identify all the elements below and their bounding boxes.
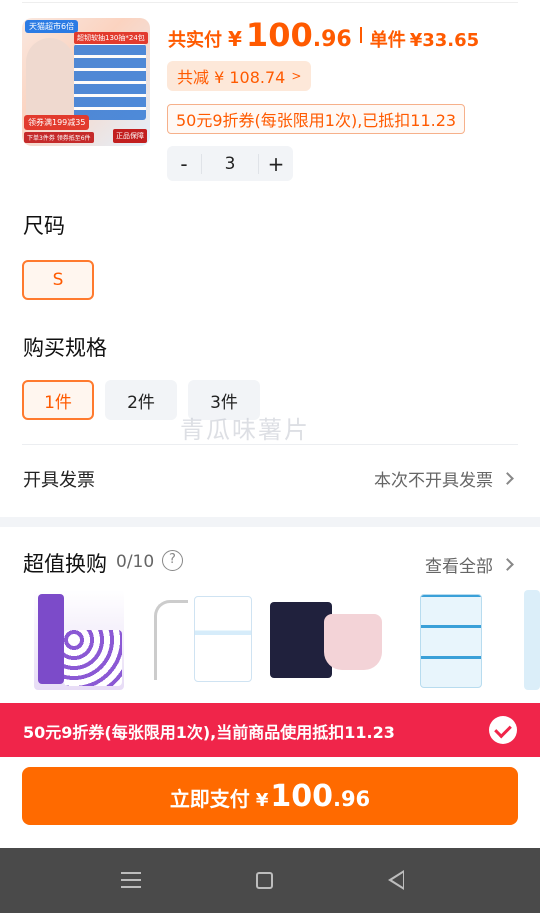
- spec-option-1[interactable]: 1件: [22, 380, 94, 420]
- exchange-item-partial[interactable]: [524, 590, 540, 690]
- exchange-item-floss-box[interactable]: [416, 590, 484, 690]
- invoice-row[interactable]: 开具发票 本次不开具发票: [0, 454, 540, 502]
- price-line: 共实付 ¥ 100 .96 单件 ¥33.65: [168, 16, 479, 54]
- quantity-value[interactable]: 3: [201, 153, 259, 174]
- chevron-right-icon: [501, 558, 514, 571]
- discount-total: 共减 ¥ 108.74: [177, 68, 286, 87]
- coupon-bar[interactable]: 50元9折券(每张限用1次),当前商品使用抵扣11.23: [0, 703, 540, 757]
- menu-icon[interactable]: [121, 872, 141, 888]
- exchange-count: 0/10: [116, 552, 155, 572]
- coupon-tag: 50元9折券(每张限用1次),已抵扣11.23: [167, 104, 466, 134]
- home-square-icon[interactable]: [256, 872, 273, 889]
- tissue-packs-image: [74, 44, 146, 120]
- floss-pick-image: [154, 600, 188, 680]
- pay-amount-integer: 100: [270, 779, 333, 814]
- invoice-label: 开具发票: [23, 470, 95, 491]
- store-tag: 天猫超市6倍: [25, 20, 79, 33]
- exchange-item-toilet-paper[interactable]: [34, 590, 124, 690]
- total-label: 共实付: [168, 30, 222, 51]
- pay-now-button[interactable]: 立即支付 ¥ 100 .96: [22, 767, 518, 825]
- invoice-value: 本次不开具发票: [374, 466, 514, 491]
- spec-option-2[interactable]: 2件: [105, 380, 177, 420]
- price-separator: [359, 27, 362, 43]
- watermark: 青瓜味薯片: [180, 416, 310, 444]
- exchange-item-floss-picks[interactable]: [150, 590, 254, 690]
- authentic-seal: 正品保障: [113, 129, 147, 143]
- size-option-s[interactable]: S: [22, 260, 94, 300]
- floss-box-image: [194, 596, 252, 682]
- exchange-item-period-pants[interactable]: [268, 590, 384, 690]
- section-gap: [0, 517, 540, 527]
- pay-label: 立即支付: [169, 787, 250, 811]
- period-pants-bag-image: [270, 602, 332, 678]
- chevron-right-icon: >: [291, 69, 302, 83]
- help-icon[interactable]: ?: [162, 550, 183, 571]
- product-thumbnail[interactable]: 天猫超市6倍 超韧软抽130抽*24包 领券满199减35 下单3件券 领券抵至…: [22, 18, 150, 146]
- check-icon[interactable]: [489, 716, 517, 744]
- size-title: 尺码: [23, 214, 65, 238]
- title-tag: 超韧软抽130抽*24包: [74, 32, 148, 44]
- exchange-header: 超值换购 0/10 ? 查看全部: [0, 540, 540, 584]
- quantity-stepper: - 3 +: [167, 146, 293, 181]
- back-triangle-icon[interactable]: [388, 870, 404, 890]
- period-pants-image: [324, 614, 382, 670]
- total-price-integer: 100: [245, 16, 313, 54]
- exchange-title: 超值换购: [23, 552, 107, 576]
- toilet-paper-pack-image: [38, 594, 64, 684]
- view-all-label: 查看全部: [425, 557, 493, 577]
- currency-symbol: ¥: [228, 27, 242, 51]
- floss-box-stack-image: [420, 594, 482, 688]
- system-nav-bar: [0, 848, 540, 913]
- promo-sub-tag: 下单3件券 领券抵至6件: [24, 132, 94, 143]
- increment-button[interactable]: +: [259, 152, 293, 176]
- decrement-button[interactable]: -: [167, 152, 201, 176]
- divider: [22, 444, 518, 445]
- toilet-paper-rolls-image: [64, 630, 122, 686]
- unit-price: ¥33.65: [409, 30, 480, 51]
- pay-currency: ¥: [255, 790, 269, 811]
- divider: [22, 2, 518, 3]
- view-all-link[interactable]: 查看全部: [425, 552, 514, 577]
- spec-title: 购买规格: [23, 336, 107, 360]
- pay-amount-decimal: .96: [332, 787, 371, 811]
- unit-label: 单件: [369, 30, 406, 51]
- model-image: [26, 38, 74, 124]
- invoice-value-text: 本次不开具发票: [374, 471, 493, 491]
- total-price-decimal: .96: [312, 27, 352, 52]
- coupon-bar-text: 50元9折券(每张限用1次),当前商品使用抵扣11.23: [23, 723, 395, 742]
- bottom-area: 立即支付 ¥ 100 .96: [0, 757, 540, 847]
- product-card: 天猫超市6倍 超韧软抽130抽*24包 领券满199减35 下单3件券 领券抵至…: [0, 0, 540, 200]
- discount-detail-chip[interactable]: 共减 ¥ 108.74 >: [167, 61, 312, 91]
- chevron-right-icon: [501, 472, 514, 485]
- promo-tag: 领券满199减35: [24, 115, 90, 130]
